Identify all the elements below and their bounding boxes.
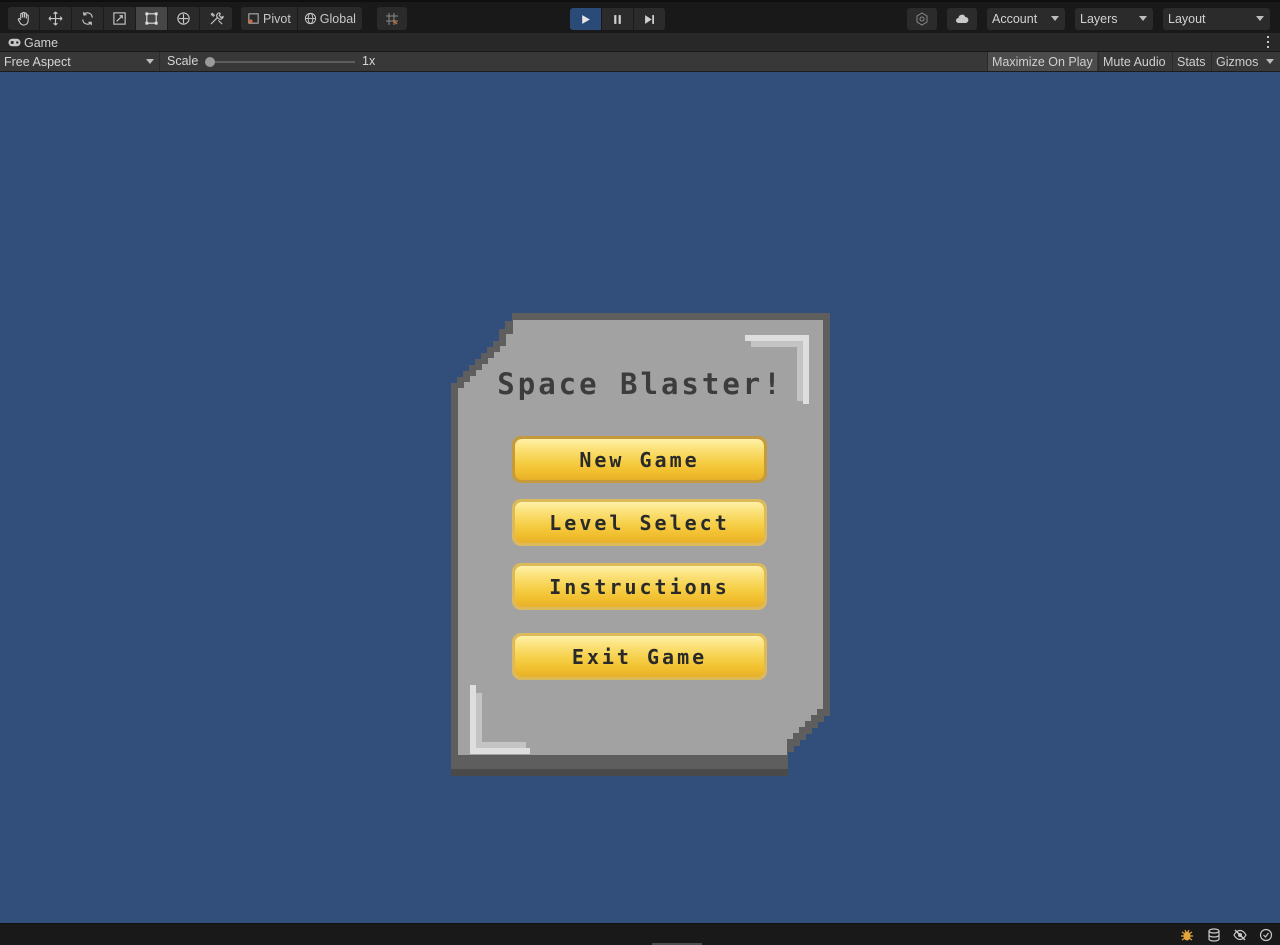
cloud-button[interactable] (947, 8, 977, 30)
hidden-eye-icon[interactable] (1232, 927, 1248, 943)
transform-tools (8, 7, 232, 30)
rect-tool-button[interactable] (136, 7, 168, 30)
account-dropdown[interactable]: Account (987, 8, 1065, 30)
pause-icon (614, 14, 621, 24)
aspect-value: Free Aspect (4, 54, 71, 69)
pivot-toggle[interactable]: Pivot (241, 7, 298, 30)
playmode-controls (570, 8, 665, 30)
snap-group (377, 7, 407, 30)
gamepad-icon (8, 38, 21, 47)
status-bar (0, 923, 1280, 945)
mute-audio-toggle[interactable]: Mute Audio (1098, 52, 1171, 71)
transform-icon (177, 12, 190, 25)
grid-snap-icon (386, 12, 398, 25)
game-tab-bar: Game (0, 33, 1280, 52)
layout-dropdown[interactable]: Layout (1163, 8, 1270, 30)
grid-snap-button[interactable] (377, 7, 407, 30)
database-icon[interactable] (1206, 927, 1222, 943)
step-icon (645, 14, 655, 24)
more-options-icon[interactable] (1266, 36, 1270, 48)
globe-icon (304, 12, 316, 25)
new-game-button-face: New Game (515, 439, 764, 480)
game-view-controls: Free Aspect Scale 1x Maximize On Play Mu… (0, 52, 1280, 72)
new-game-label: New Game (579, 447, 700, 472)
scale-slider-track[interactable] (208, 61, 355, 63)
move-tool-button[interactable] (40, 7, 72, 30)
bug-icon[interactable] (1179, 927, 1195, 943)
scale-label: Scale (167, 54, 199, 68)
main-menu-panel: Space Blaster! New Game Level Select Ins… (451, 313, 830, 776)
maximize-on-play-label: Maximize On Play (992, 54, 1093, 69)
scale-slider-thumb[interactable] (205, 57, 215, 67)
handle-toggles: Pivot Global (241, 7, 362, 30)
layers-label: Layers (1080, 12, 1118, 26)
instructions-label: Instructions (549, 574, 730, 599)
main-toolbar: Pivot Global Account Layers Layout (0, 0, 1280, 33)
global-toggle[interactable]: Global (298, 7, 362, 30)
stats-label: Stats (1177, 54, 1206, 69)
exit-game-label: Exit Game (571, 644, 708, 669)
aspect-dropdown[interactable]: Free Aspect (0, 52, 160, 71)
game-tab[interactable]: Game (0, 33, 66, 52)
step-button[interactable] (634, 8, 665, 30)
rotate-icon (82, 11, 93, 26)
pivot-icon (248, 13, 259, 24)
level-select-button[interactable]: Level Select (512, 499, 767, 546)
chevron-down-icon (1266, 59, 1274, 64)
scale-tool-button[interactable] (104, 7, 136, 30)
instructions-button[interactable]: Instructions (512, 563, 767, 610)
transform-tool-button[interactable] (168, 7, 200, 30)
rotate-tool-button[interactable] (72, 7, 104, 30)
collab-icon (916, 12, 928, 26)
chevron-down-icon (1139, 16, 1147, 21)
layout-label: Layout (1168, 12, 1206, 26)
game-title: Space Blaster! (497, 367, 784, 401)
chevron-down-icon (1256, 16, 1264, 21)
custom-tools-button[interactable] (200, 7, 232, 30)
stats-toggle[interactable]: Stats (1172, 52, 1210, 71)
instructions-button-face: Instructions (515, 566, 764, 607)
level-select-label: Level Select (549, 510, 730, 535)
pause-button[interactable] (602, 8, 633, 30)
game-viewport[interactable]: Space Blaster! New Game Level Select Ins… (0, 72, 1280, 923)
hand-tool-button[interactable] (8, 7, 40, 30)
custom-tools-icon (209, 12, 224, 25)
level-select-button-face: Level Select (515, 502, 764, 543)
move-icon (48, 11, 63, 26)
maximize-on-play-toggle[interactable]: Maximize On Play (987, 52, 1097, 71)
play-button[interactable] (570, 8, 601, 30)
scale-value: 1x (362, 54, 376, 68)
rect-tool-icon (145, 12, 158, 25)
check-circle-icon[interactable] (1258, 927, 1274, 943)
scale-icon (113, 12, 126, 25)
chevron-down-icon (146, 59, 154, 64)
layers-dropdown[interactable]: Layers (1075, 8, 1153, 30)
gizmos-label: Gizmos (1216, 54, 1259, 69)
cloud-icon (956, 14, 969, 23)
exit-game-button-face: Exit Game (515, 636, 764, 677)
play-icon (582, 14, 590, 24)
gizmos-dropdown[interactable]: Gizmos (1211, 52, 1280, 71)
collab-button[interactable] (907, 8, 937, 30)
hand-icon (17, 11, 29, 26)
account-label: Account (992, 12, 1038, 26)
exit-game-button[interactable]: Exit Game (512, 633, 767, 680)
mute-audio-label: Mute Audio (1103, 54, 1166, 69)
chevron-down-icon (1051, 16, 1059, 21)
global-label: Global (319, 11, 356, 26)
game-tab-title: Game (24, 35, 59, 50)
pivot-label: Pivot (263, 11, 291, 26)
new-game-button[interactable]: New Game (512, 436, 767, 483)
